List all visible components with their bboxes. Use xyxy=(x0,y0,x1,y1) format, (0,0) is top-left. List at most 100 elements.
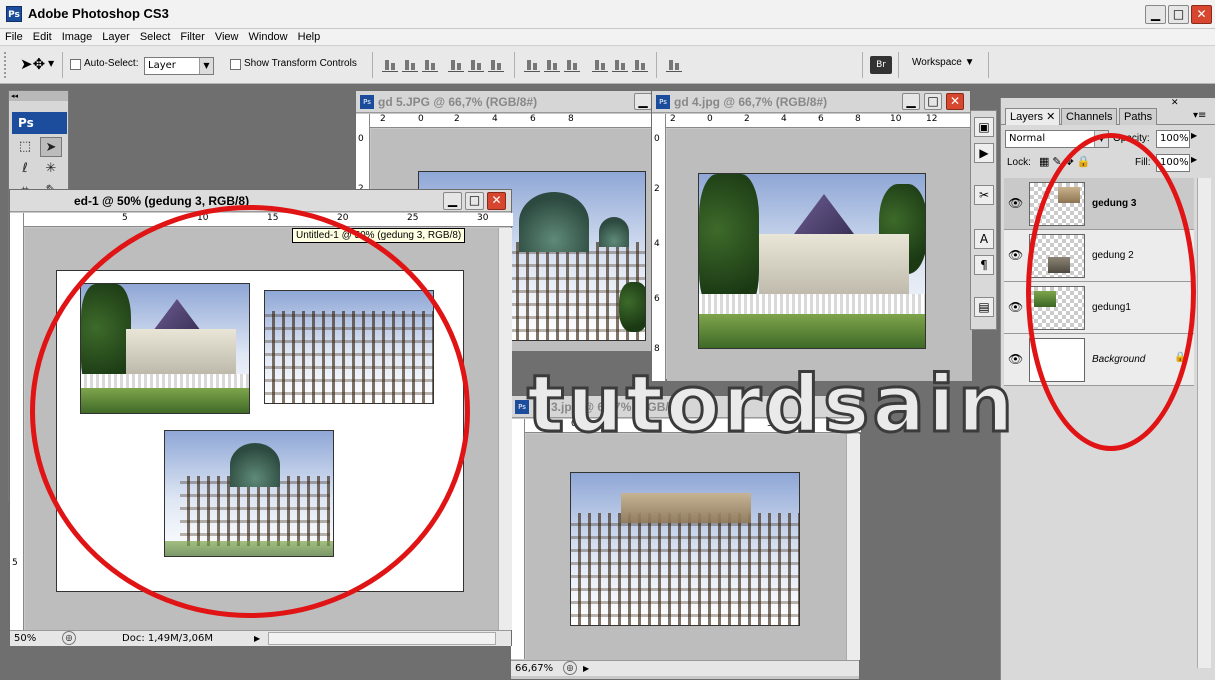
gd5-minimize-button[interactable]: ▁ xyxy=(634,93,652,110)
move-tool-icon[interactable]: ➤ xyxy=(40,137,62,157)
distribute-right-icon[interactable] xyxy=(632,58,648,72)
magic-wand-tool-icon[interactable]: ✳ xyxy=(40,159,62,179)
untitled-maximize-button[interactable]: □ xyxy=(465,192,484,210)
annotation-circle-canvas xyxy=(30,205,470,618)
actions-panel-icon[interactable]: ▶ xyxy=(974,143,994,163)
collapsed-panel-strip: ▣ ▶ ✂ A ¶ ▤ xyxy=(970,110,997,330)
doc-info-untitled: Doc: 1,49M/3,06M xyxy=(122,633,214,644)
toolbox-collapse[interactable]: ◂◂ xyxy=(9,91,68,101)
doc-title-bar-gd4[interactable]: Ps gd 4.jpg @ 66,7% (RGB/8#) ▁ □ ✕ xyxy=(652,91,970,113)
distribute-center-icon[interactable] xyxy=(544,58,560,72)
lasso-tool-icon[interactable]: ℓ xyxy=(14,159,36,179)
distribute-bottom-icon[interactable] xyxy=(564,58,580,72)
layer-comps-panel-icon[interactable]: ▤ xyxy=(974,297,994,317)
menu-file[interactable]: File xyxy=(0,29,28,45)
menu-image[interactable]: Image xyxy=(57,29,98,45)
gd4-minimize-button[interactable]: ▁ xyxy=(902,93,920,110)
show-transform-checkbox[interactable] xyxy=(230,59,241,70)
align-vertical-centers-icon[interactable] xyxy=(402,58,418,72)
menu-view[interactable]: View xyxy=(210,29,244,45)
move-tool-icon[interactable]: ➤✥ xyxy=(20,55,45,73)
eye-icon[interactable]: 👁 xyxy=(1008,248,1023,262)
doc-ps-icon: Ps xyxy=(656,95,670,109)
vertical-ruler-gd3 xyxy=(511,419,525,659)
show-transform-label: Show Transform Controls xyxy=(244,58,357,69)
menu-edit[interactable]: Edit xyxy=(28,29,57,45)
arrow-right-icon[interactable]: ▶ xyxy=(583,661,589,676)
tab-paths[interactable]: Paths xyxy=(1119,108,1158,125)
align-left-edges-icon[interactable] xyxy=(448,58,464,72)
opacity-input[interactable]: 100% xyxy=(1156,130,1190,148)
untitled-minimize-button[interactable]: ▁ xyxy=(443,192,462,210)
align-bottom-edges-icon[interactable] xyxy=(422,58,438,72)
status-bar-untitled: 50% ◎ Doc: 1,49M/3,06M ▶ xyxy=(10,630,511,646)
app-title: Adobe Photoshop CS3 xyxy=(28,6,169,21)
app-title-bar: Ps Adobe Photoshop CS3 ▁ □ ✕ xyxy=(0,0,1215,29)
distribute-hcenter-icon[interactable] xyxy=(612,58,628,72)
document-window-gd4[interactable]: Ps gd 4.jpg @ 66,7% (RGB/8#) ▁ □ ✕ 20246… xyxy=(651,90,972,381)
options-bar: ➤✥ ▼ Auto-Select: Layer ▼ Show Transform… xyxy=(0,46,1215,84)
vertical-ruler-gd4: 02468 xyxy=(652,114,666,381)
vertical-scrollbar-untitled[interactable] xyxy=(498,228,512,630)
auto-align-layers-icon[interactable] xyxy=(666,58,682,72)
panel-menu-icon[interactable]: ▾≡ xyxy=(1193,110,1206,121)
layers-scrollbar[interactable] xyxy=(1197,178,1211,668)
distribute-left-icon[interactable] xyxy=(592,58,608,72)
paragraph-panel-icon[interactable]: ¶ xyxy=(974,255,994,275)
zoom-level-gd3[interactable]: 66,67% xyxy=(515,661,553,676)
status-menu-icon[interactable]: ◎ xyxy=(563,661,577,675)
auto-select-dropdown[interactable]: Layer ▼ xyxy=(144,57,214,75)
menu-window[interactable]: Window xyxy=(244,29,293,45)
chevron-down-icon: ▼ xyxy=(199,58,213,74)
gd4-close-button[interactable]: ✕ xyxy=(946,93,964,110)
vertical-ruler-untitled: 5 xyxy=(10,213,24,630)
tool-presets-panel-icon[interactable]: ✂ xyxy=(974,185,994,205)
horizontal-ruler-gd4: 2 0 2 4 6 8 10 12 xyxy=(666,114,972,128)
menu-layer[interactable]: Layer xyxy=(97,29,135,45)
toolbox-logo: Ps xyxy=(12,112,67,134)
doc-title-bar-gd5[interactable]: Ps gd 5.JPG @ 66,7% (RGB/8#) ▁ xyxy=(356,91,654,113)
character-panel-icon[interactable]: A xyxy=(974,229,994,249)
lock-label: Lock: xyxy=(1007,157,1031,168)
align-top-edges-icon[interactable] xyxy=(382,58,398,72)
blend-mode-value: Normal xyxy=(1009,133,1046,144)
close-button[interactable]: ✕ xyxy=(1191,5,1212,24)
fill-arrow-icon[interactable]: ▶ xyxy=(1191,155,1197,164)
menu-bar: File Edit Image Layer Select Filter View Window… xyxy=(0,29,1215,46)
opacity-arrow-icon[interactable]: ▶ xyxy=(1191,131,1197,140)
doc-title-gd4: gd 4.jpg @ 66,7% (RGB/8#) xyxy=(674,95,828,109)
navigator-panel-icon[interactable]: ▣ xyxy=(974,117,994,137)
annotation-circle-layers xyxy=(1026,133,1196,451)
distribute-top-icon[interactable] xyxy=(524,58,540,72)
minimize-button[interactable]: ▁ xyxy=(1145,5,1166,24)
zoom-level-untitled[interactable]: 50% xyxy=(14,631,36,646)
options-grip[interactable] xyxy=(4,52,10,78)
watermark-text: tutordsain xyxy=(525,359,1017,452)
menu-help[interactable]: Help xyxy=(293,29,326,45)
tool-preset-chevron-down-icon[interactable]: ▼ xyxy=(48,59,54,68)
status-menu-icon[interactable]: ◎ xyxy=(62,631,76,645)
doc-title-gd5: gd 5.JPG @ 66,7% (RGB/8#) xyxy=(378,95,538,109)
eye-icon[interactable]: 👁 xyxy=(1008,300,1023,314)
arrow-right-icon[interactable]: ▶ xyxy=(254,631,260,646)
gd4-maximize-button[interactable]: □ xyxy=(924,93,942,110)
vertical-scrollbar-gd3[interactable] xyxy=(846,434,860,660)
untitled-close-button[interactable]: ✕ xyxy=(487,192,506,210)
panel-close-icon[interactable]: ✕ xyxy=(1171,98,1179,108)
align-horizontal-centers-icon[interactable] xyxy=(468,58,484,72)
workspace-menu[interactable]: Workspace ▼ xyxy=(912,57,975,68)
menu-filter[interactable]: Filter xyxy=(175,29,209,45)
maximize-button[interactable]: □ xyxy=(1168,5,1189,24)
auto-select-checkbox[interactable] xyxy=(70,59,81,70)
tab-layers[interactable]: Layers ✕ xyxy=(1005,108,1061,125)
auto-select-label: Auto-Select: xyxy=(84,58,139,69)
align-right-edges-icon[interactable] xyxy=(488,58,504,72)
eye-icon[interactable]: 👁 xyxy=(1008,196,1023,210)
bridge-icon[interactable]: Br xyxy=(870,56,892,74)
horizontal-scrollbar-untitled[interactable] xyxy=(268,632,496,645)
tab-channels[interactable]: Channels xyxy=(1061,108,1118,125)
menu-select[interactable]: Select xyxy=(135,29,176,45)
marquee-tool-icon[interactable]: ⬚ xyxy=(14,137,36,157)
doc-ps-icon: Ps xyxy=(360,95,374,109)
photoshop-logo-icon: Ps xyxy=(6,6,22,22)
